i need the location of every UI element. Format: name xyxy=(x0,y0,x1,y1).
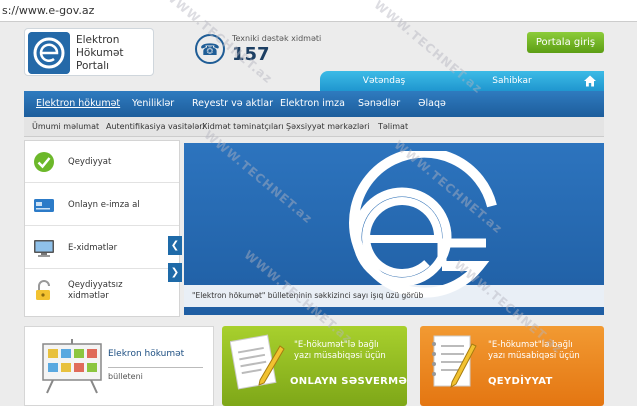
registration-link[interactable]: QEYDİYYAT xyxy=(488,376,553,387)
notebook-pencil-icon xyxy=(432,335,477,389)
logo-line: Elektron xyxy=(76,34,120,46)
site-logo[interactable]: Elektron Hökumət Portalı xyxy=(24,28,154,76)
bulletin-board-icon xyxy=(42,339,102,394)
online-vote-card[interactable]: "E-hökumət"lə bağlı yazı müsabiqəsi üçün… xyxy=(222,326,407,406)
padlock-icon xyxy=(36,280,50,300)
slider-prev-button[interactable]: ❮ xyxy=(168,236,182,255)
nav-item-registry[interactable]: Reyestr və aktlar xyxy=(192,91,273,117)
nav-item-contact[interactable]: Əlaqə xyxy=(418,91,446,117)
quick-link-label: xidmətlər xyxy=(68,291,109,301)
divider xyxy=(108,367,203,368)
quick-link-label: E-xidmətlər xyxy=(68,243,118,253)
portal-login-button[interactable]: Portala giriş xyxy=(527,32,604,53)
nav-item-documents[interactable]: Sənədlər xyxy=(358,91,400,117)
subnav-item-identity-centers[interactable]: Şəxsiyyət mərkəzləri xyxy=(286,117,370,137)
quick-link-e-services[interactable]: E-xidmətlər xyxy=(25,227,179,269)
subnav-item-providers[interactable]: Xidmət təminatçıları xyxy=(202,117,284,137)
phone-icon: ☎ xyxy=(195,34,225,64)
vote-text-line: "E-hökumət"lə bağlı xyxy=(294,340,379,350)
checkmark-icon xyxy=(34,152,54,172)
bulletin-subtitle: bülleteni xyxy=(108,372,143,381)
register-text-line: "E-hökumət"lə bağlı xyxy=(488,340,573,350)
main-nav: Elektron hökumət Yeniliklər Reyestr və a… xyxy=(24,91,604,117)
nav-item-e-government[interactable]: Elektron hökumət xyxy=(36,91,120,117)
subnav-item-authentication[interactable]: Autentifikasiya vasitələri xyxy=(106,117,205,137)
online-vote-link[interactable]: ONLAYN SƏSVERMƏ xyxy=(290,376,407,387)
address-bar[interactable]: s://www.e-gov.az xyxy=(0,0,637,22)
e-gov-emblem-icon xyxy=(349,151,497,298)
nav-item-e-signature[interactable]: Elektron imza xyxy=(280,91,345,117)
vote-text-line: yazı müsabiqəsi üçün xyxy=(294,351,386,361)
bulletin-card[interactable]: Elekron hökumət bülleteni xyxy=(24,326,214,406)
tab-citizen[interactable]: Vətəndaş xyxy=(320,71,448,91)
quick-link-guest-services[interactable]: Qeydiyyatsız xidmətlər xyxy=(25,270,179,316)
news-slider[interactable]: "Elektron hökumət" bülleteninin səkkizin… xyxy=(184,143,604,315)
e-gov-logo-icon xyxy=(28,32,70,74)
home-icon[interactable] xyxy=(583,74,597,88)
support-label: Texniki dəstək xidməti xyxy=(232,34,322,43)
quick-link-label: Onlayn e-imza al xyxy=(68,200,140,210)
sub-nav: Ümumi məlumat Autentifikasiya vasitələri… xyxy=(24,117,604,137)
registration-card[interactable]: "E-hökumət"lə bağlı yazı müsabiqəsi üçün… xyxy=(420,326,604,406)
bulletin-title: Elekron hökumət xyxy=(108,349,185,359)
quick-link-online-signature[interactable]: Onlayn e-imza al xyxy=(25,184,179,226)
logo-line: Hökumət xyxy=(76,47,124,59)
quick-links-panel: Qeydiyyat Onlayn e-imza al E-xidmətlər Q… xyxy=(24,140,180,317)
document-pen-icon xyxy=(230,334,285,390)
logo-line: Portalı xyxy=(76,60,110,72)
slider-caption[interactable]: "Elektron hökumət" bülleteninin səkkizin… xyxy=(184,285,604,307)
quick-link-label: Qeydiyyat xyxy=(68,157,112,167)
nav-item-news[interactable]: Yeniliklər xyxy=(132,91,174,117)
quick-link-label: Qeydiyyatsız xyxy=(68,280,123,290)
support-number[interactable]: 157 xyxy=(232,44,270,65)
subnav-item-instructions[interactable]: Təlimat xyxy=(378,117,408,137)
monitor-icon xyxy=(34,240,54,257)
card-icon xyxy=(34,199,54,212)
quick-link-registration[interactable]: Qeydiyyat xyxy=(25,141,179,183)
subnav-item-general-info[interactable]: Ümumi məlumat xyxy=(32,117,99,137)
register-text-line: yazı müsabiqəsi üçün xyxy=(488,351,580,361)
tab-business[interactable]: Sahibkar xyxy=(450,71,574,91)
slider-next-button[interactable]: ❯ xyxy=(168,263,182,282)
